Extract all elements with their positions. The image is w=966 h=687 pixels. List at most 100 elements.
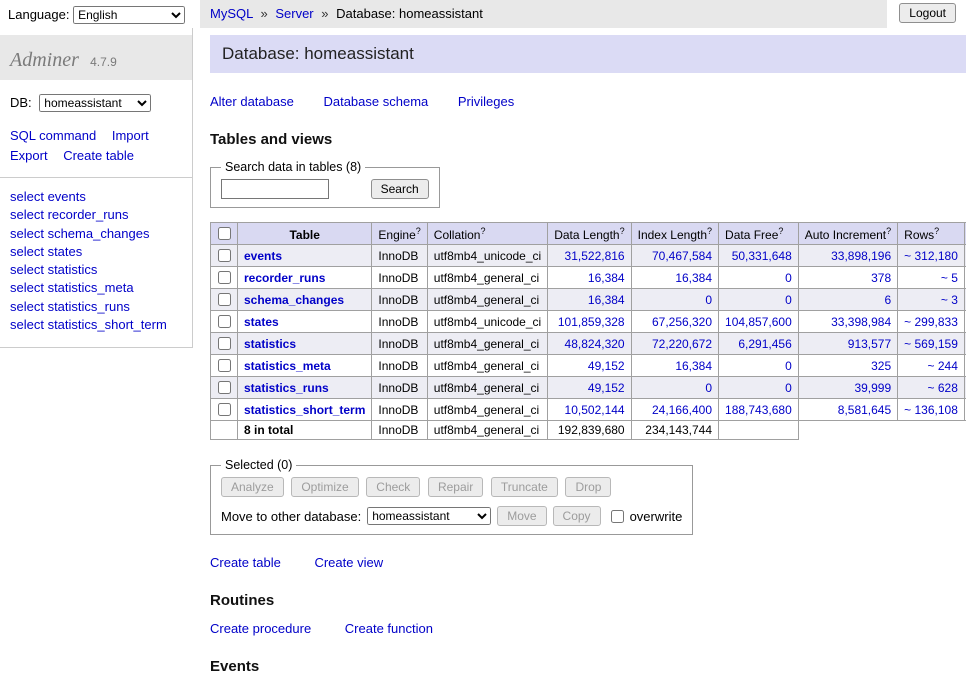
row-checkbox[interactable] <box>218 271 231 284</box>
create-table-link[interactable]: Create table <box>210 555 281 570</box>
table-name-link[interactable]: states <box>244 315 279 329</box>
sidebar-table-link[interactable]: select recorder_runs <box>10 207 182 223</box>
data-length-link[interactable]: 16,384 <box>588 293 625 307</box>
table-name-link[interactable]: statistics_meta <box>244 359 331 373</box>
rows-count-link[interactable]: ~ 628 <box>928 381 958 395</box>
column-header: Rows? <box>898 223 965 245</box>
privileges-link[interactable]: Privileges <box>458 94 514 109</box>
total-index-length: 234,143,744 <box>631 421 718 440</box>
data-length-link[interactable]: 16,384 <box>588 271 625 285</box>
bulk-action-button[interactable]: Drop <box>565 477 611 497</box>
sidebar-table-link[interactable]: select events <box>10 189 182 205</box>
auto-increment-link[interactable]: 913,577 <box>848 337 891 351</box>
rows-count-link[interactable]: ~ 569,159 <box>904 337 958 351</box>
bulk-action-button[interactable]: Analyze <box>221 477 284 497</box>
auto-increment-link[interactable]: 8,581,645 <box>838 403 891 417</box>
select-all-checkbox[interactable] <box>218 227 231 240</box>
data-free-link[interactable]: 0 <box>785 381 792 395</box>
index-length-link[interactable]: 70,467,584 <box>652 249 712 263</box>
breadcrumb-link-server[interactable]: Server <box>275 6 313 21</box>
index-length-link[interactable]: 16,384 <box>675 359 712 373</box>
row-checkbox[interactable] <box>218 359 231 372</box>
export-link[interactable]: Export <box>10 148 48 163</box>
table-name-link[interactable]: recorder_runs <box>244 271 325 285</box>
sidebar-table-link[interactable]: select states <box>10 244 182 260</box>
row-checkbox[interactable] <box>218 403 231 416</box>
table-name-link[interactable]: events <box>244 249 282 263</box>
data-free-link[interactable]: 0 <box>785 293 792 307</box>
sidebar-table-link[interactable]: select statistics_short_term <box>10 317 182 333</box>
bulk-action-button[interactable]: Check <box>366 477 420 497</box>
auto-increment-link[interactable]: 33,398,984 <box>831 315 891 329</box>
sidebar-table-link[interactable]: select statistics_meta <box>10 280 182 296</box>
breadcrumb-link-mysql[interactable]: MySQL <box>210 6 253 21</box>
language-select[interactable]: English <box>73 6 185 24</box>
index-length-link[interactable]: 0 <box>705 381 712 395</box>
data-free-link[interactable]: 0 <box>785 271 792 285</box>
data-free-link[interactable]: 6,291,456 <box>738 337 791 351</box>
row-checkbox[interactable] <box>218 315 231 328</box>
search-button[interactable]: Search <box>371 179 429 199</box>
database-schema-link[interactable]: Database schema <box>323 94 428 109</box>
create-procedure-link[interactable]: Create procedure <box>210 621 311 636</box>
data-length-link[interactable]: 49,152 <box>588 359 625 373</box>
search-input[interactable] <box>221 179 329 199</box>
row-checkbox[interactable] <box>218 249 231 262</box>
rows-count-link[interactable]: ~ 3 <box>941 293 958 307</box>
overwrite-checkbox[interactable] <box>611 510 624 523</box>
data-free-link[interactable]: 188,743,680 <box>725 403 792 417</box>
engine-cell: InnoDB <box>372 289 427 311</box>
move-row: Move to other database: homeassistant Mo… <box>221 506 682 526</box>
index-length-link[interactable]: 67,256,320 <box>652 315 712 329</box>
auto-increment-link[interactable]: 6 <box>884 293 891 307</box>
copy-button[interactable]: Copy <box>553 506 601 526</box>
bulk-action-button[interactable]: Optimize <box>291 477 358 497</box>
data-length-link[interactable]: 101,859,328 <box>558 315 625 329</box>
create-view-link[interactable]: Create view <box>314 555 383 570</box>
data-length-link[interactable]: 10,502,144 <box>565 403 625 417</box>
sidebar-table-link[interactable]: select schema_changes <box>10 226 182 242</box>
bulk-action-button[interactable]: Truncate <box>491 477 558 497</box>
index-length-link[interactable]: 24,166,400 <box>652 403 712 417</box>
row-checkbox[interactable] <box>218 381 231 394</box>
index-length-link[interactable]: 0 <box>705 293 712 307</box>
table-name-link[interactable]: statistics_runs <box>244 381 329 395</box>
import-link[interactable]: Import <box>112 128 149 143</box>
db-label: DB: <box>10 95 32 110</box>
column-header: Engine? <box>372 223 427 245</box>
rows-count-link[interactable]: ~ 312,180 <box>904 249 958 263</box>
rows-count-link[interactable]: ~ 299,833 <box>904 315 958 329</box>
create-function-link[interactable]: Create function <box>345 621 433 636</box>
logout-button[interactable]: Logout <box>899 3 956 23</box>
data-free-link[interactable]: 104,857,600 <box>725 315 792 329</box>
rows-count-link[interactable]: ~ 136,108 <box>904 403 958 417</box>
alter-database-link[interactable]: Alter database <box>210 94 294 109</box>
data-free-link[interactable]: 50,331,648 <box>732 249 792 263</box>
row-checkbox[interactable] <box>218 337 231 350</box>
auto-increment-link[interactable]: 378 <box>871 271 891 285</box>
sidebar-table-link[interactable]: select statistics_runs <box>10 299 182 315</box>
auto-increment-link[interactable]: 39,999 <box>854 381 891 395</box>
db-select[interactable]: homeassistant <box>39 94 151 112</box>
rows-count-link[interactable]: ~ 244 <box>928 359 958 373</box>
sql-command-link[interactable]: SQL command <box>10 128 96 143</box>
table-name-link[interactable]: statistics_short_term <box>244 403 365 417</box>
data-length-link[interactable]: 48,824,320 <box>565 337 625 351</box>
rows-count-link[interactable]: ~ 5 <box>941 271 958 285</box>
index-length-link[interactable]: 16,384 <box>675 271 712 285</box>
adminer-brand[interactable]: Adminer <box>10 49 79 71</box>
bulk-action-button[interactable]: Repair <box>428 477 483 497</box>
index-length-link[interactable]: 72,220,672 <box>652 337 712 351</box>
move-button[interactable]: Move <box>497 506 546 526</box>
create-table-sidebar-link[interactable]: Create table <box>63 148 134 163</box>
table-name-link[interactable]: schema_changes <box>244 293 344 307</box>
auto-increment-link[interactable]: 33,898,196 <box>831 249 891 263</box>
sidebar-table-link[interactable]: select statistics <box>10 262 182 278</box>
data-length-link[interactable]: 31,522,816 <box>565 249 625 263</box>
move-db-select[interactable]: homeassistant <box>367 507 491 525</box>
row-checkbox[interactable] <box>218 293 231 306</box>
table-name-link[interactable]: statistics <box>244 337 296 351</box>
auto-increment-link[interactable]: 325 <box>871 359 891 373</box>
data-length-link[interactable]: 49,152 <box>588 381 625 395</box>
data-free-link[interactable]: 0 <box>785 359 792 373</box>
